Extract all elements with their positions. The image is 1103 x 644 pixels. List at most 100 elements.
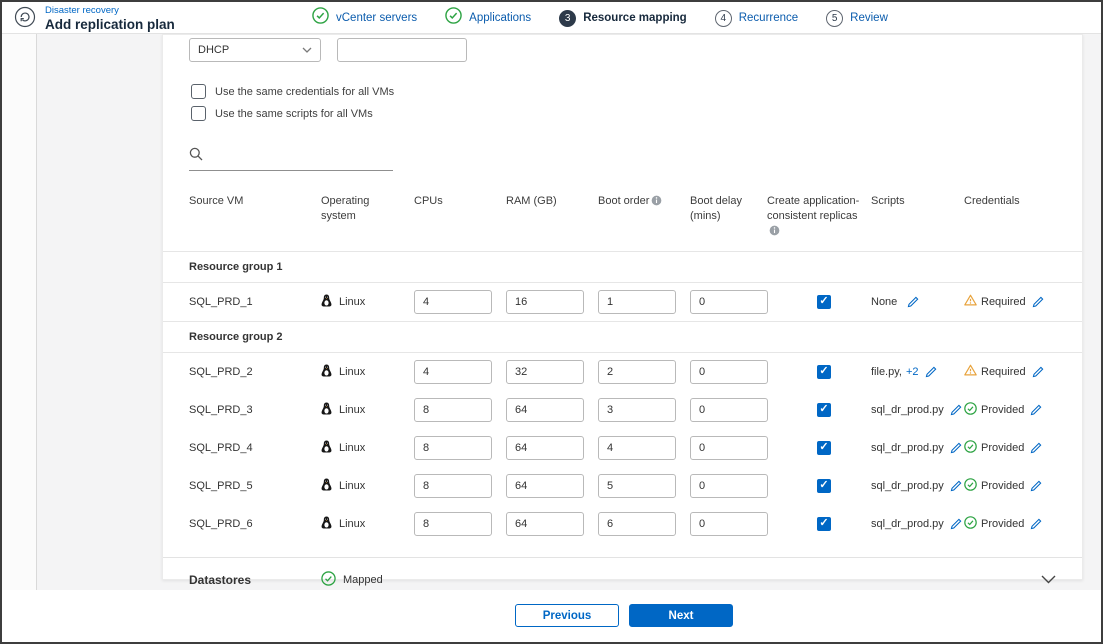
mapped-label: Mapped [343, 573, 383, 586]
resource-group-header[interactable]: Resource group 1 [163, 250, 1082, 283]
breadcrumb[interactable]: Disaster recovery [45, 5, 175, 17]
search-icon [189, 147, 203, 166]
info-icon[interactable] [769, 225, 780, 241]
info-icon[interactable] [651, 195, 662, 211]
search-input[interactable] [210, 150, 393, 163]
cpus-input[interactable] [414, 397, 492, 422]
table-row: SQL_PRD_4 Linux sql_dr_prod.py Provided [163, 429, 1082, 467]
step-applications[interactable]: Applications [445, 7, 531, 29]
disaster-recovery-icon[interactable] [14, 6, 36, 33]
cpus-input[interactable] [414, 473, 492, 498]
ok-icon [964, 477, 977, 494]
edit-pencil-icon[interactable] [925, 366, 937, 378]
scripts-more-link[interactable]: +2 [906, 366, 919, 378]
edit-pencil-icon[interactable] [907, 296, 919, 308]
edit-pencil-icon[interactable] [1032, 296, 1044, 308]
col-os: Operating system [321, 195, 370, 222]
boot-order-input[interactable] [598, 359, 676, 384]
app-consistent-checkbox[interactable] [817, 440, 831, 455]
same-scripts-row: Use the same scripts for all VMs [191, 106, 1082, 121]
ram-input[interactable] [506, 435, 584, 460]
col-scripts: Scripts [871, 195, 905, 207]
table-row: SQL_PRD_2 Linux file.py, +2 Required [163, 353, 1082, 391]
source-vm-name: SQL_PRD_3 [189, 403, 253, 416]
col-cpus: CPUs [414, 195, 443, 207]
cpus-input[interactable] [414, 435, 492, 460]
step-vcenter-servers[interactable]: vCenter servers [312, 7, 417, 29]
boot-order-input[interactable] [598, 473, 676, 498]
step-review[interactable]: 5 Review [826, 9, 888, 27]
ram-input[interactable] [506, 397, 584, 422]
chevron-down-icon [302, 44, 312, 56]
step-number-badge: 4 [714, 9, 732, 27]
chevron-down-icon[interactable] [1041, 575, 1056, 584]
ram-input[interactable] [506, 473, 584, 498]
ram-input[interactable] [506, 289, 584, 314]
boot-delay-input[interactable] [690, 435, 768, 460]
edit-pencil-icon[interactable] [1030, 404, 1042, 416]
footer-buttons: Previous Next [515, 604, 733, 627]
ip-controls: DHCP [189, 38, 1082, 62]
boot-delay-input[interactable] [690, 511, 768, 536]
scripts-label: None [871, 295, 898, 308]
os-cell: Linux [321, 294, 414, 310]
cpus-input[interactable] [414, 511, 492, 536]
boot-delay-input[interactable] [690, 359, 768, 384]
app-window: Disaster recovery Add replication plan v… [0, 0, 1103, 644]
step-done-check-icon [312, 7, 329, 29]
boot-order-input[interactable] [598, 289, 676, 314]
source-vm-name: SQL_PRD_5 [189, 479, 253, 492]
warning-icon [964, 294, 977, 309]
app-consistent-checkbox[interactable] [817, 402, 831, 417]
ip-type-select[interactable]: DHCP [189, 38, 321, 62]
ok-icon [964, 401, 977, 418]
ram-input[interactable] [506, 511, 584, 536]
edit-pencil-icon[interactable] [1030, 480, 1042, 492]
os-cell: Linux [321, 440, 414, 456]
step-label: Resource mapping [583, 12, 687, 24]
cpus-input[interactable] [414, 359, 492, 384]
app-consistent-checkbox[interactable] [817, 364, 831, 379]
credentials-label: Provided [981, 479, 1025, 492]
edit-pencil-icon[interactable] [950, 480, 962, 492]
os-cell: Linux [321, 478, 414, 494]
app-consistent-checkbox[interactable] [817, 294, 831, 309]
boot-order-input[interactable] [598, 435, 676, 460]
credentials-label: Required [981, 365, 1026, 378]
ip-value-input[interactable] [337, 38, 467, 62]
edit-pencil-icon[interactable] [950, 404, 962, 416]
edit-pencil-icon[interactable] [1030, 442, 1042, 454]
warning-icon [964, 364, 977, 379]
same-credentials-checkbox[interactable] [191, 84, 206, 99]
step-resource-mapping[interactable]: 3 Resource mapping [559, 9, 687, 27]
ram-input[interactable] [506, 359, 584, 384]
scripts-label: sql_dr_prod.py [871, 441, 944, 454]
step-label: Applications [469, 12, 532, 24]
linux-icon [321, 294, 332, 310]
os-cell: Linux [321, 402, 414, 418]
edit-pencil-icon[interactable] [950, 518, 962, 530]
table-row: SQL_PRD_1 Linux None Required [163, 283, 1082, 321]
boot-order-input[interactable] [598, 397, 676, 422]
boot-delay-input[interactable] [690, 289, 768, 314]
same-scripts-checkbox[interactable] [191, 106, 206, 121]
app-consistent-checkbox[interactable] [817, 516, 831, 531]
step-number-badge: 5 [826, 9, 844, 27]
edit-pencil-icon[interactable] [1032, 366, 1044, 378]
cpus-input[interactable] [414, 289, 492, 314]
app-consistent-checkbox[interactable] [817, 478, 831, 493]
edit-pencil-icon[interactable] [950, 442, 962, 454]
edit-pencil-icon[interactable] [1030, 518, 1042, 530]
step-label: Review [850, 12, 888, 24]
previous-button[interactable]: Previous [515, 604, 619, 627]
boot-delay-input[interactable] [690, 473, 768, 498]
resource-group-header[interactable]: Resource group 2 [163, 320, 1082, 353]
step-recurrence[interactable]: 4 Recurrence [714, 9, 798, 27]
boot-delay-input[interactable] [690, 397, 768, 422]
boot-order-input[interactable] [598, 511, 676, 536]
linux-icon [321, 516, 332, 532]
step-number-badge: 3 [559, 9, 577, 27]
brand: Disaster recovery Add replication plan [14, 5, 175, 33]
source-vm-name: SQL_PRD_2 [189, 365, 253, 378]
next-button[interactable]: Next [629, 604, 733, 627]
